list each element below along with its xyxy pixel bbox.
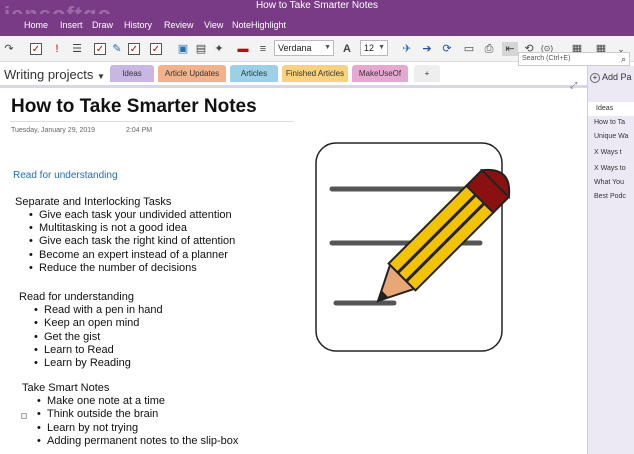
list-item: Make one note at a time xyxy=(37,395,165,407)
list-icon[interactable]: ≡ xyxy=(256,42,270,56)
section-heading: Read for understanding xyxy=(19,291,134,303)
list-item: Keep an open mind xyxy=(34,317,139,329)
page-date: Tuesday, January 29, 2019 xyxy=(11,127,96,134)
done-checkbox-icon[interactable]: ✓ xyxy=(150,43,162,55)
tag-icon[interactable]: ✎ xyxy=(110,42,124,56)
list-item: Get the gist xyxy=(34,331,100,343)
read-link[interactable]: Read for understanding xyxy=(13,170,118,181)
page-item[interactable]: X Ways t xyxy=(594,146,634,160)
format-painter-icon[interactable]: ✦ xyxy=(212,42,226,56)
search-input[interactable]: Search (Ctrl+E) ⌕ xyxy=(518,52,630,66)
menu-bar: Home Insert Draw History Review View Not… xyxy=(0,14,634,36)
tab-article-updates[interactable]: Article Updates xyxy=(158,65,226,82)
pencil-note-image[interactable] xyxy=(314,133,530,355)
search-icon: ⌕ xyxy=(620,54,626,64)
add-page-button[interactable]: + Add Pa xyxy=(590,72,632,83)
refresh-icon[interactable]: ⟳ xyxy=(440,42,454,56)
list-item: Give each task the right kind of attenti… xyxy=(29,235,235,247)
tab-makeuseof[interactable]: MakeUseOf xyxy=(352,65,408,82)
font-size-select[interactable]: 12 ▼ xyxy=(360,40,388,56)
expand-icon[interactable]: ⤢ xyxy=(570,80,577,91)
page-item[interactable]: Best Podc xyxy=(594,190,634,204)
list-item: Multitasking is not a good idea xyxy=(29,222,187,234)
outlook-task-icon[interactable]: ▣ xyxy=(176,42,190,56)
section-heading: Separate and Interlocking Tasks xyxy=(15,196,172,208)
chevron-down-icon: ▼ xyxy=(324,44,331,51)
check-tag-icon[interactable]: ✓ xyxy=(94,43,106,55)
drag-handle[interactable] xyxy=(21,413,27,419)
font-color-icon[interactable]: A xyxy=(340,42,354,56)
list-item: Think outside the brain xyxy=(37,408,158,420)
dock-icon[interactable]: ⇤ xyxy=(502,42,518,56)
add-section-button[interactable]: + xyxy=(414,65,440,82)
tab-finished-articles[interactable]: Finished Articles xyxy=(282,65,348,82)
list-item: Learn to Read xyxy=(34,344,114,356)
document-icon[interactable]: ▤ xyxy=(194,42,208,56)
menu-notehighlight[interactable]: NoteHighlight xyxy=(232,20,286,30)
page-title[interactable]: How to Take Smarter Notes xyxy=(11,96,257,118)
list-item: Learn by Reading xyxy=(34,357,131,369)
list-item: Read with a pen in hand xyxy=(34,304,163,316)
menu-review[interactable]: Review xyxy=(164,20,194,30)
todo-checkbox-icon[interactable]: ✓ xyxy=(30,43,42,55)
page-item[interactable]: Unique Wa xyxy=(594,130,634,144)
font-name-select[interactable]: Verdana ▼ xyxy=(274,40,334,56)
chevron-down-icon: ▼ xyxy=(378,44,385,51)
highlight-tag-icon[interactable]: ▬ xyxy=(236,42,250,56)
section-heading: Take Smart Notes xyxy=(22,382,110,394)
title-divider xyxy=(10,121,294,122)
page-item-ideas[interactable]: Ideas xyxy=(588,102,634,116)
list-item: Learn by not trying xyxy=(37,422,138,434)
page-item[interactable]: How to Ta xyxy=(594,116,634,130)
list-item: Give each task your undivided attention xyxy=(29,209,232,221)
chevron-down-icon: ▼ xyxy=(96,72,105,81)
notebook-selector[interactable]: Writing projects ▼ xyxy=(0,64,105,86)
pen-icon[interactable]: ✈ xyxy=(400,42,414,56)
page-item[interactable]: What You xyxy=(594,176,634,190)
arrow-right-icon[interactable]: ➔ xyxy=(420,42,434,56)
redo-icon[interactable]: ↷ xyxy=(2,42,16,56)
menu-insert[interactable]: Insert xyxy=(60,20,83,30)
list-item: Adding permanent notes to the slip-box xyxy=(37,435,238,447)
menu-history[interactable]: History xyxy=(124,20,152,30)
page-item[interactable]: X Ways to xyxy=(594,162,634,176)
important-flag-icon[interactable]: ! xyxy=(50,42,64,56)
tag-checkbox-icon[interactable]: ✓ xyxy=(128,43,140,55)
checklist-icon[interactable]: ☰ xyxy=(70,42,84,56)
tab-articles[interactable]: Articles xyxy=(230,65,278,82)
page-time: 2:04 PM xyxy=(126,127,153,134)
list-item: Reduce the number of decisions xyxy=(29,262,197,274)
window-icon[interactable]: ▭ xyxy=(462,42,476,56)
window-title: How to Take Smarter Notes xyxy=(255,0,379,11)
tab-ideas[interactable]: Ideas xyxy=(110,65,154,82)
menu-draw[interactable]: Draw xyxy=(92,20,113,30)
list-item: Become an expert instead of a planner xyxy=(29,249,228,261)
menu-home[interactable]: Home xyxy=(24,20,48,30)
menu-view[interactable]: View xyxy=(204,20,223,30)
print-icon[interactable]: ⎙ xyxy=(482,42,496,56)
plus-icon: + xyxy=(590,73,600,83)
